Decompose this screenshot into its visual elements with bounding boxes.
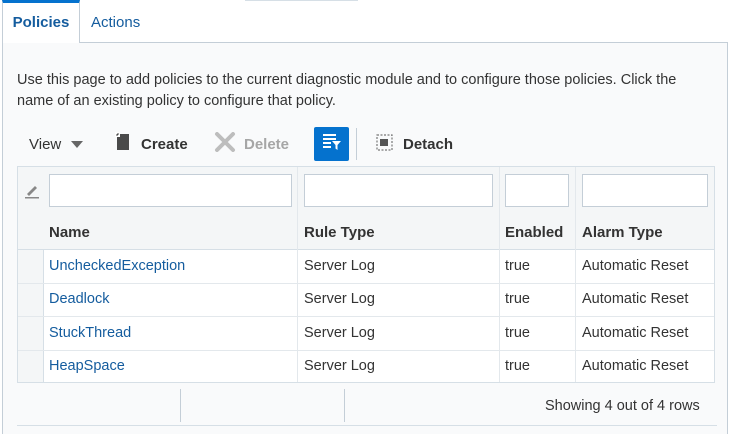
close-icon [214, 132, 236, 156]
delete-label: Delete [244, 135, 290, 153]
rule-type-cell: Server Log [304, 258, 375, 274]
tab-actions[interactable]: Actions [91, 0, 140, 42]
column-divider [499, 167, 500, 382]
footer-bottom-border [17, 425, 717, 426]
policy-name-link[interactable]: UncheckedException [49, 250, 185, 283]
delete-button[interactable]: Delete [214, 126, 289, 162]
rule-type-cell: Server Log [304, 358, 375, 374]
create-button[interactable]: Create [115, 126, 188, 162]
alarm-type-cell: Automatic Reset [582, 258, 689, 274]
enabled-cell: true [505, 291, 530, 307]
rule-type-filter-input[interactable] [304, 174, 493, 207]
filter-row [18, 167, 714, 217]
query-by-example-button[interactable] [314, 127, 349, 161]
table-header: Name Rule Type Enabled Alarm Type [18, 216, 714, 250]
page-description: Use this page to add policies to the cur… [17, 72, 677, 109]
footer-divider [344, 389, 345, 422]
column-divider [575, 167, 576, 382]
enabled-cell: true [505, 358, 530, 374]
policy-name-link[interactable]: HeapSpace [49, 350, 125, 383]
create-document-icon [115, 132, 133, 156]
name-filter-input[interactable] [49, 174, 292, 207]
enabled-cell: true [505, 258, 530, 274]
chevron-down-icon [71, 140, 84, 148]
query-by-example-icon [322, 132, 342, 156]
table-row[interactable]: StuckThread Server Log true Automatic Re… [18, 317, 714, 351]
edit-filter-icon [24, 183, 40, 204]
column-header-enabled[interactable]: Enabled [505, 216, 563, 249]
toolbar-separator [356, 128, 357, 160]
policy-name-link[interactable]: StuckThread [49, 317, 131, 350]
footer-divider [180, 389, 181, 422]
tab-bar: Policies Actions [0, 0, 742, 43]
rule-type-cell: Server Log [304, 291, 375, 307]
view-menu-button[interactable]: View [29, 126, 84, 162]
enabled-filter-input[interactable] [505, 174, 569, 207]
create-label: Create [141, 135, 188, 153]
table-row[interactable]: Deadlock Server Log true Automatic Reset [18, 283, 714, 317]
column-divider [297, 167, 298, 382]
rule-type-cell: Server Log [304, 325, 375, 341]
detach-label: Detach [403, 135, 454, 153]
view-label: View [29, 135, 62, 153]
alarm-type-cell: Automatic Reset [582, 325, 689, 341]
column-header-rule-type[interactable]: Rule Type [304, 216, 375, 249]
row-count-status: Showing 4 out of 4 rows [545, 398, 700, 414]
alarm-type-cell: Automatic Reset [582, 358, 689, 374]
table-row[interactable]: UncheckedException Server Log true Autom… [18, 250, 714, 284]
policies-table: Name Rule Type Enabled Alarm Type Unchec… [17, 166, 715, 383]
table-toolbar: View Create Delete Detach [17, 126, 717, 162]
column-header-name[interactable]: Name [49, 216, 90, 249]
policy-name-link[interactable]: Deadlock [49, 283, 109, 316]
table-row[interactable]: HeapSpace Server Log true Automatic Rese… [18, 350, 714, 383]
tab-policies[interactable]: Policies [2, 0, 80, 43]
alarm-type-cell: Automatic Reset [582, 291, 689, 307]
detach-button[interactable]: Detach [375, 126, 453, 162]
alarm-type-filter-input[interactable] [582, 174, 708, 207]
detach-icon [375, 132, 395, 156]
enabled-cell: true [505, 325, 530, 341]
column-header-alarm-type[interactable]: Alarm Type [582, 216, 663, 249]
